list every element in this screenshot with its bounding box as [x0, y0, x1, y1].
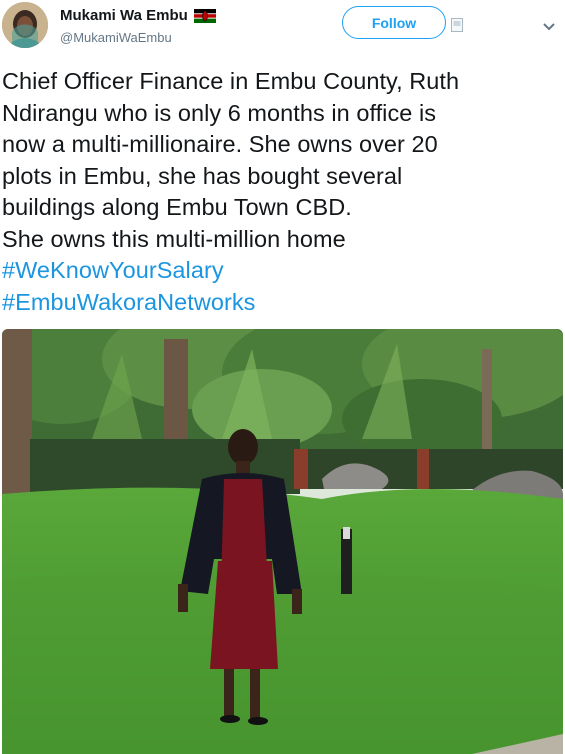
- tweet-line: Ndirangu who is only 6 months in office …: [2, 99, 437, 126]
- user-handle[interactable]: @MukamiWaEmbu: [60, 30, 172, 45]
- hashtag-link[interactable]: #WeKnowYourSalary: [2, 255, 560, 287]
- tweet-line: now a multi-millionaire. She owns over 2…: [2, 131, 438, 157]
- tweet-header: Mukami Wa Embu @MukamiWaEmbu Follow: [0, 0, 565, 62]
- display-name[interactable]: Mukami Wa Embu: [60, 7, 188, 24]
- tweet-text: Chief Officer Finance in Embu County, Ru…: [2, 66, 560, 318]
- chevron-down-icon[interactable]: [542, 19, 556, 31]
- name-row: Mukami Wa Embu: [60, 7, 216, 24]
- tweet-photo[interactable]: [2, 329, 563, 754]
- image-placeholder-icon: [451, 18, 463, 32]
- follow-button[interactable]: Follow: [342, 6, 446, 39]
- hashtag-link[interactable]: #EmbuWakoraNetworks: [2, 287, 560, 319]
- tweet-line: buildings along Embu Town CBD.: [2, 194, 352, 220]
- tweet-line: Chief Officer Finance in Embu County, Ru…: [2, 68, 460, 94]
- kenya-flag-icon: [193, 8, 216, 23]
- tweet-line: plots in Embu, she has bought several: [2, 162, 403, 189]
- avatar[interactable]: [2, 2, 48, 48]
- tweet-line: She owns this multi-million home: [2, 225, 346, 252]
